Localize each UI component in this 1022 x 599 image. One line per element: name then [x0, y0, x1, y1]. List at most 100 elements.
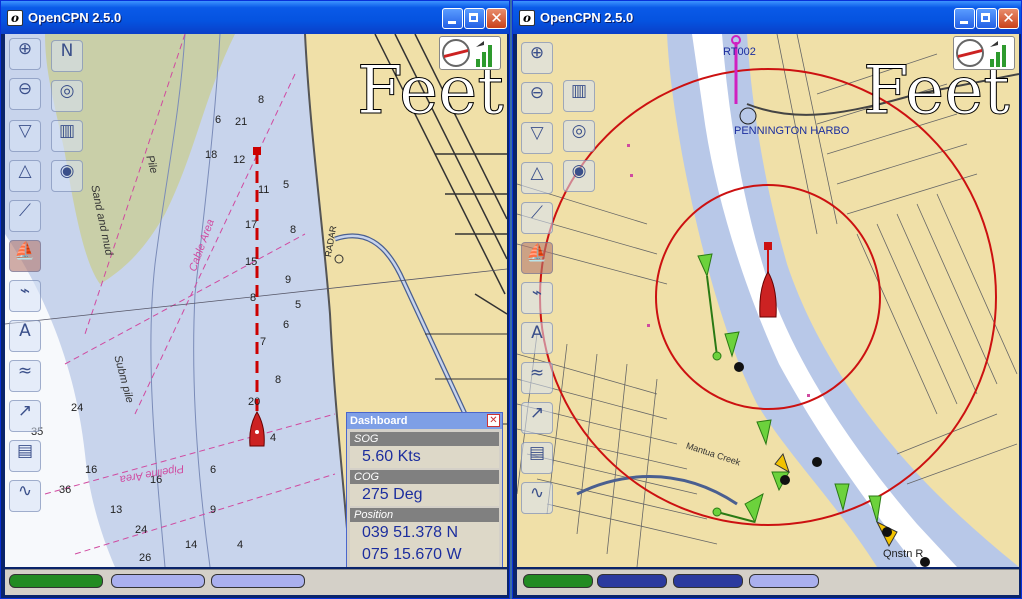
- status-chart-bar[interactable]: [9, 574, 103, 588]
- right-window: o OpenCPN 2.5.0 ✕ RT002 PENNINGTON HARBO…: [512, 0, 1022, 599]
- scale-out-button[interactable]: △: [9, 160, 41, 192]
- bottom-place-label: Qnstn R: [883, 548, 924, 560]
- route-button[interactable]: ⟋: [521, 202, 553, 234]
- scale-in-icon: ▽: [18, 121, 32, 141]
- chart-select-button[interactable]: ▥: [51, 120, 83, 152]
- right-statusbar: [517, 569, 1019, 595]
- left-statusbar: [5, 569, 507, 595]
- lifebuoy-icon: ◎: [571, 121, 587, 141]
- left-window: o OpenCPN 2.5.0 ✕ 6 8 21 18 12 11 17 15 …: [0, 0, 510, 599]
- chart-icon: ▥: [570, 81, 588, 101]
- right-titlebar[interactable]: o OpenCPN 2.5.0 ✕: [513, 1, 1021, 34]
- scale-in-icon: ▽: [530, 123, 544, 143]
- lifebuoy-button[interactable]: ◎: [563, 120, 595, 152]
- zoom-in-button[interactable]: ⊕: [9, 38, 41, 70]
- zoom-in-icon: ⊕: [529, 43, 545, 63]
- scale-in-button[interactable]: ▽: [521, 122, 553, 154]
- sounding: 4: [237, 539, 244, 551]
- left-minimize-button[interactable]: [442, 8, 463, 29]
- zoom-out-icon: ⊖: [17, 79, 33, 99]
- settings-icon: ∿: [529, 483, 545, 503]
- left-chart-canvas[interactable]: 6 8 21 18 12 11 17 15 8 7 9 8 5 5 6 8 4 …: [5, 34, 507, 567]
- current-button[interactable]: ↗: [521, 402, 553, 434]
- status-chart-bar[interactable]: [673, 574, 743, 588]
- chart-quilt-button[interactable]: ▥: [563, 80, 595, 112]
- status-chart-bar[interactable]: [749, 574, 819, 588]
- status-chart-bar[interactable]: [111, 574, 205, 588]
- print-icon: ▤: [16, 441, 34, 461]
- sounding: 18: [205, 149, 218, 161]
- target-icon: ◎: [59, 81, 75, 101]
- current-button[interactable]: ↗: [9, 400, 41, 432]
- sounding: 5: [295, 299, 302, 311]
- compass-icon: [956, 39, 1006, 67]
- close-icon: ✕: [1002, 9, 1015, 27]
- print-button[interactable]: ▤: [521, 442, 553, 474]
- left-close-button[interactable]: ✕: [486, 8, 507, 29]
- settings-button[interactable]: ∿: [9, 480, 41, 512]
- scale-in-button[interactable]: ▽: [9, 120, 41, 152]
- current-icon: ↗: [17, 401, 33, 421]
- status-chart-bar[interactable]: [597, 574, 667, 588]
- settings-button[interactable]: ∿: [521, 482, 553, 514]
- cog-label: COG: [350, 470, 499, 484]
- ais-icon: ◉: [571, 161, 587, 181]
- sounding: 7: [260, 336, 267, 348]
- text-button[interactable]: A: [521, 322, 553, 354]
- close-icon: ✕: [490, 9, 503, 27]
- sounding: 17: [245, 219, 258, 231]
- minimize-icon: [448, 21, 456, 24]
- ship-icon: ⛵: [526, 243, 548, 263]
- right-close-button[interactable]: ✕: [998, 8, 1019, 29]
- status-chart-bar[interactable]: [523, 574, 593, 588]
- dashboard-close-button[interactable]: ✕: [487, 414, 500, 427]
- longitude-value: 075 15.670 W: [350, 544, 499, 566]
- left-maximize-button[interactable]: [464, 8, 485, 29]
- text-icon: A: [531, 323, 543, 343]
- north-up-icon: N: [60, 41, 74, 61]
- status-chart-bar[interactable]: [211, 574, 305, 588]
- track-icon: ⌁: [531, 283, 543, 303]
- ais-button[interactable]: ◉: [563, 160, 595, 192]
- left-compass-gps-widget[interactable]: [439, 36, 501, 70]
- opencpn-app-icon: o: [7, 10, 23, 26]
- text-button[interactable]: A: [9, 320, 41, 352]
- left-window-title: OpenCPN 2.5.0: [28, 10, 122, 25]
- tide-button[interactable]: ≈: [521, 362, 553, 394]
- sounding: 8: [290, 224, 297, 236]
- route-icon: ⟋: [531, 203, 543, 223]
- print-button[interactable]: ▤: [9, 440, 41, 472]
- left-titlebar[interactable]: o OpenCPN 2.5.0 ✕: [1, 1, 509, 34]
- sog-value: 5.60 Kts: [350, 446, 499, 468]
- chart-quilt-button[interactable]: ◎: [51, 80, 83, 112]
- route-button[interactable]: ⟋: [9, 200, 41, 232]
- sounding: 14: [185, 539, 198, 551]
- dashboard-panel: Dashboard ✕ SOG 5.60 Kts COG 275 Deg Pos…: [346, 412, 503, 567]
- opencpn-app-icon: o: [519, 10, 535, 26]
- track-button[interactable]: ⌁: [521, 282, 553, 314]
- dashboard-title: Dashboard: [347, 413, 502, 429]
- zoom-in-button[interactable]: ⊕: [521, 42, 553, 74]
- tide-icon: ≈: [17, 361, 33, 381]
- sounding: 24: [135, 524, 148, 536]
- ais-button[interactable]: ◉: [51, 160, 83, 192]
- track-button[interactable]: ⌁: [9, 280, 41, 312]
- position-label: Position: [350, 508, 499, 522]
- scale-out-button[interactable]: △: [521, 162, 553, 194]
- right-minimize-button[interactable]: [954, 8, 975, 29]
- sounding: 8: [275, 374, 282, 386]
- right-maximize-button[interactable]: [976, 8, 997, 29]
- sounding: 15: [245, 256, 258, 268]
- zoom-out-button[interactable]: ⊖: [9, 78, 41, 110]
- scale-out-icon: △: [530, 163, 544, 183]
- follow-ship-button[interactable]: ⛵: [9, 240, 41, 272]
- zoom-out-button[interactable]: ⊖: [521, 82, 553, 114]
- cog-value: 275 Deg: [350, 484, 499, 506]
- right-chart-canvas[interactable]: RT002 PENNINGTON HARBO Mantua Creek Qnst…: [517, 34, 1019, 567]
- follow-ship-button[interactable]: ⛵: [521, 242, 553, 274]
- sounding: 9: [210, 504, 217, 516]
- nav-mode-button[interactable]: N: [51, 40, 83, 72]
- tide-button[interactable]: ≈: [9, 360, 41, 392]
- sounding: 12: [233, 154, 246, 166]
- right-compass-gps-widget[interactable]: [953, 36, 1015, 70]
